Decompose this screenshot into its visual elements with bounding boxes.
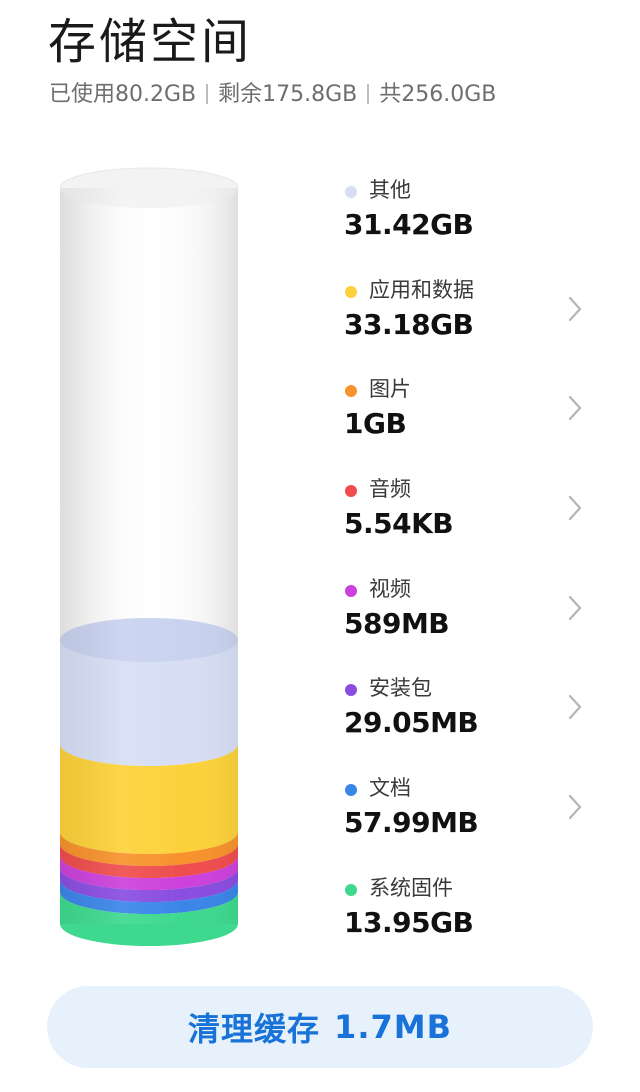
category-label: 应用和数据 bbox=[369, 277, 474, 302]
storage-cylinder-chart bbox=[0, 0, 300, 980]
category-color-dot bbox=[345, 186, 357, 198]
category-color-dot bbox=[345, 385, 357, 398]
category-label: 安装包 bbox=[369, 676, 432, 701]
chevron-right-icon[interactable] bbox=[564, 493, 586, 523]
category-size: 1GB bbox=[344, 407, 407, 441]
storage-category-item[interactable]: 图片 1GB bbox=[344, 375, 614, 475]
storage-category-item: 系统固件 13.95GB bbox=[344, 874, 614, 974]
category-color-dot bbox=[345, 883, 357, 896]
chevron-right-icon[interactable] bbox=[564, 792, 586, 822]
clean-cache-button[interactable]: 清理缓存 1.7MB bbox=[47, 986, 593, 1068]
storage-page: 存储空间 已使用80.2GB 剩余175.8GB 共256.0GB 其他 31.… bbox=[0, 0, 640, 1092]
clean-cache-label: 清理缓存 bbox=[188, 1010, 321, 1048]
storage-category-item[interactable]: 安装包 29.05MB bbox=[344, 674, 614, 774]
chevron-right-icon[interactable] bbox=[564, 393, 586, 423]
category-size: 57.99MB bbox=[344, 806, 479, 840]
category-color-dot bbox=[345, 485, 357, 498]
divider bbox=[367, 84, 370, 104]
storage-category-item[interactable]: 应用和数据 33.18GB bbox=[344, 276, 614, 376]
category-color-dot bbox=[345, 684, 357, 697]
clean-cache-size: 1.7MB bbox=[334, 1008, 452, 1046]
chevron-right-icon[interactable] bbox=[564, 294, 586, 324]
category-size: 29.05MB bbox=[344, 706, 479, 740]
category-label: 图片 bbox=[369, 377, 411, 402]
total-text: 共256.0GB bbox=[379, 82, 497, 107]
category-label: 其他 bbox=[369, 178, 411, 202]
category-size: 33.18GB bbox=[344, 307, 474, 341]
chevron-right-icon[interactable] bbox=[564, 593, 586, 623]
storage-category-item[interactable]: 视频 589MB bbox=[344, 575, 614, 675]
category-size: 5.54KB bbox=[344, 507, 454, 541]
category-label: 视频 bbox=[369, 576, 411, 601]
storage-category-item[interactable]: 文档 57.99MB bbox=[344, 774, 614, 874]
storage-category-item[interactable]: 音频 5.54KB bbox=[344, 475, 614, 575]
category-color-dot bbox=[345, 285, 357, 298]
category-color-dot bbox=[345, 584, 357, 597]
storage-category-item: 其他 31.42GB bbox=[344, 176, 614, 276]
category-label: 文档 bbox=[369, 776, 411, 801]
chevron-right-icon[interactable] bbox=[564, 692, 586, 722]
category-size: 13.95GB bbox=[344, 905, 474, 939]
category-size: 589MB bbox=[344, 606, 450, 640]
category-label: 系统固件 bbox=[369, 875, 453, 900]
category-label: 音频 bbox=[369, 477, 411, 502]
category-color-dot bbox=[345, 784, 357, 797]
category-size: 31.42GB bbox=[344, 208, 474, 241]
storage-legend: 其他 31.42GB 应用和数据 33.18GB 图片 1GB 音频 5.54KB 视频 589M… bbox=[344, 176, 614, 974]
